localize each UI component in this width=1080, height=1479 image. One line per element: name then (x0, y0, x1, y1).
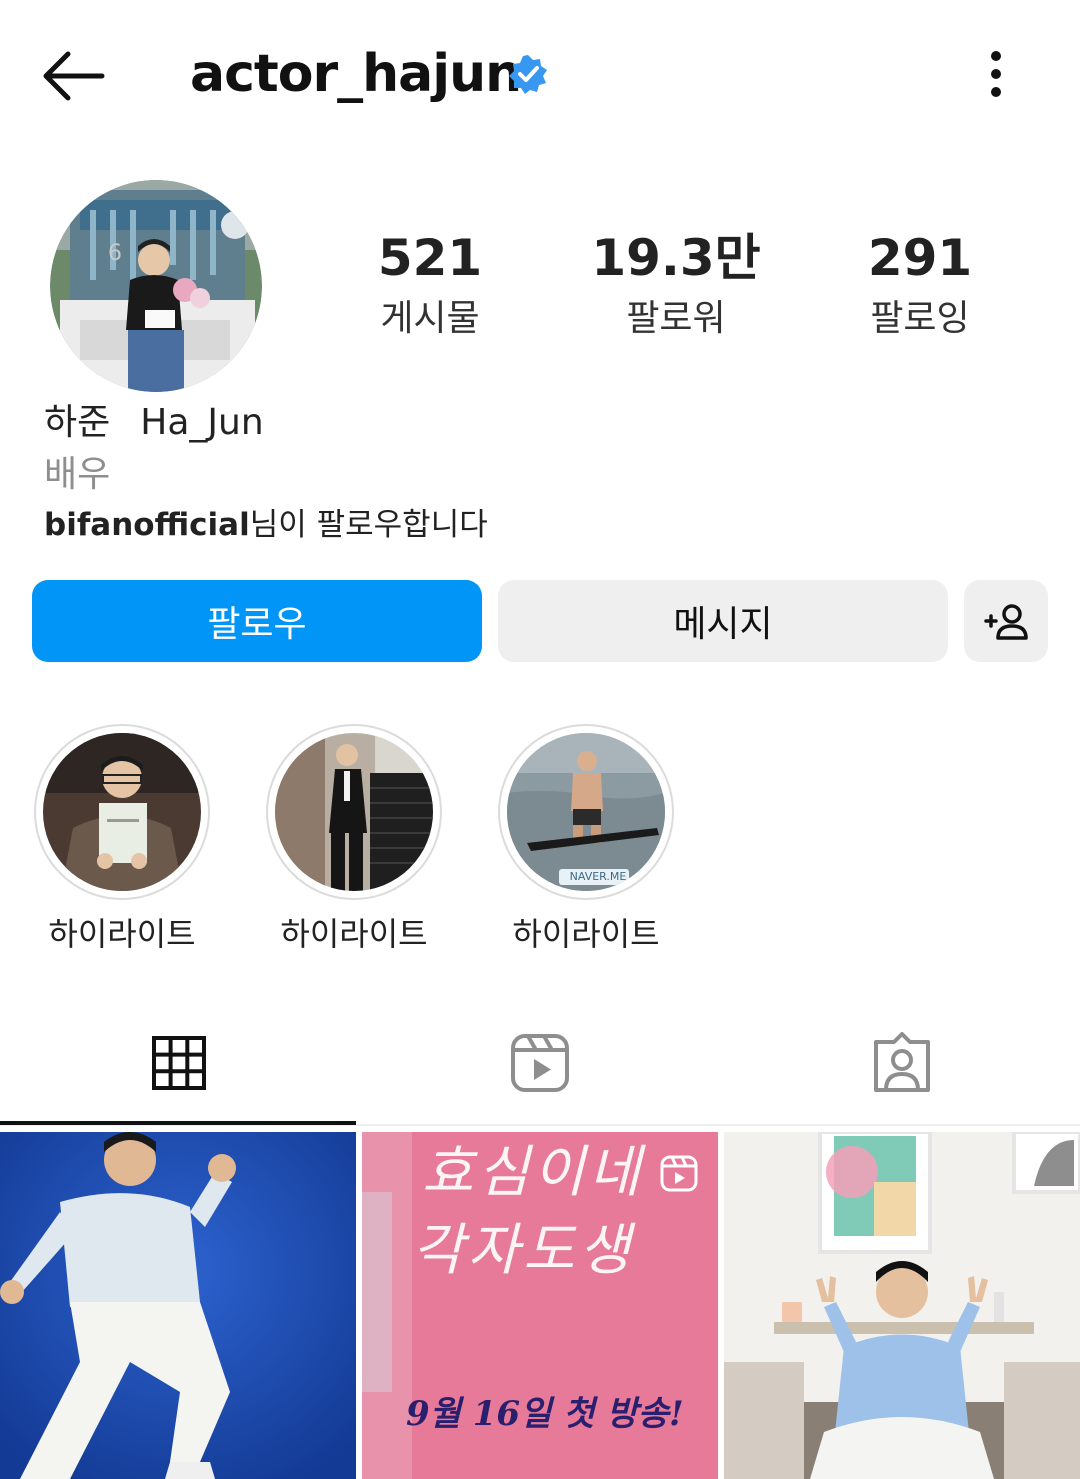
reels-badge-icon (660, 1155, 698, 1192)
profile-username: actor_hajun (190, 44, 522, 104)
highlight-cover (275, 733, 433, 891)
stat-following-label: 팔로잉 (870, 298, 970, 339)
story-highlight[interactable]: 하이라이트 (264, 724, 444, 956)
more-vertical-icon (991, 51, 1001, 97)
story-highlight[interactable]: NAVER.ME 하이라이트 (496, 724, 676, 956)
more-options-button[interactable] (970, 46, 1022, 102)
followed-by[interactable]: bifanofficial님이 팔로우합니다 (44, 502, 488, 548)
followed-by-suffix: 님이 팔로우합니다 (249, 507, 488, 543)
add-person-icon (984, 604, 1028, 640)
back-arrow-icon (43, 51, 105, 101)
reel-title-line1: 효심이네 (422, 1140, 645, 1205)
active-tab-indicator (0, 1121, 356, 1125)
highlight-label: 하이라이트 (512, 915, 660, 953)
post-photo (0, 1132, 356, 1479)
grid-icon (152, 1036, 206, 1090)
message-button[interactable]: 메시지 (498, 580, 948, 662)
highlight-cover (43, 733, 201, 891)
followed-by-user: bifanofficial (44, 507, 250, 543)
name-korean: 하준 (44, 402, 111, 443)
follow-button[interactable]: 팔로우 (32, 580, 482, 662)
profile-category: 배우 (44, 454, 111, 495)
tab-reels[interactable] (510, 1030, 570, 1094)
avatar-photo: 6 (50, 180, 262, 392)
name-latin: Ha_Jun (140, 402, 264, 443)
stat-followers-value: 19.3만 (591, 229, 761, 287)
verified-badge-icon (508, 54, 548, 94)
post-thumbnail[interactable] (0, 1132, 356, 1479)
highlight-label: 하이라이트 (48, 915, 196, 953)
highlight-cover (507, 733, 665, 891)
tab-tagged[interactable] (872, 1030, 932, 1094)
stat-following-value: 291 (867, 229, 973, 287)
reel-title-line2: 각자도생 (412, 1218, 635, 1283)
stat-following[interactable]: 291 팔로잉 (810, 228, 1030, 344)
svg-text:6: 6 (108, 241, 122, 266)
story-highlight[interactable]: 하이라이트 (32, 724, 212, 956)
post-photo (724, 1132, 1080, 1479)
highlight-label: 하이라이트 (280, 915, 428, 953)
highlight-link-badge: NAVER.ME (569, 870, 627, 883)
stat-posts-value: 521 (377, 229, 483, 287)
post-thumbnail-reel[interactable]: 효심이네 각자도생 9월 16일 첫 방송! (362, 1132, 718, 1479)
suggested-people-button[interactable] (964, 580, 1048, 662)
tab-posts-grid[interactable] (150, 1030, 210, 1094)
highlight-ring: NAVER.ME (498, 724, 674, 900)
profile-avatar[interactable]: 6 (50, 180, 262, 392)
post-thumbnail[interactable] (724, 1132, 1080, 1479)
highlight-ring (34, 724, 210, 900)
stat-followers[interactable]: 19.3만 팔로워 (566, 228, 786, 344)
profile-full-name: 하준 Ha_Jun (44, 398, 264, 448)
stat-posts[interactable]: 521 게시물 (320, 228, 540, 344)
highlight-ring (266, 724, 442, 900)
stat-followers-label: 팔로워 (626, 298, 726, 339)
reels-icon (511, 1034, 569, 1092)
tagged-icon (874, 1032, 930, 1092)
stat-posts-label: 게시물 (380, 298, 480, 339)
back-button[interactable] (40, 48, 106, 104)
reel-air-date: 9월 16일 첫 방송! (406, 1394, 684, 1434)
